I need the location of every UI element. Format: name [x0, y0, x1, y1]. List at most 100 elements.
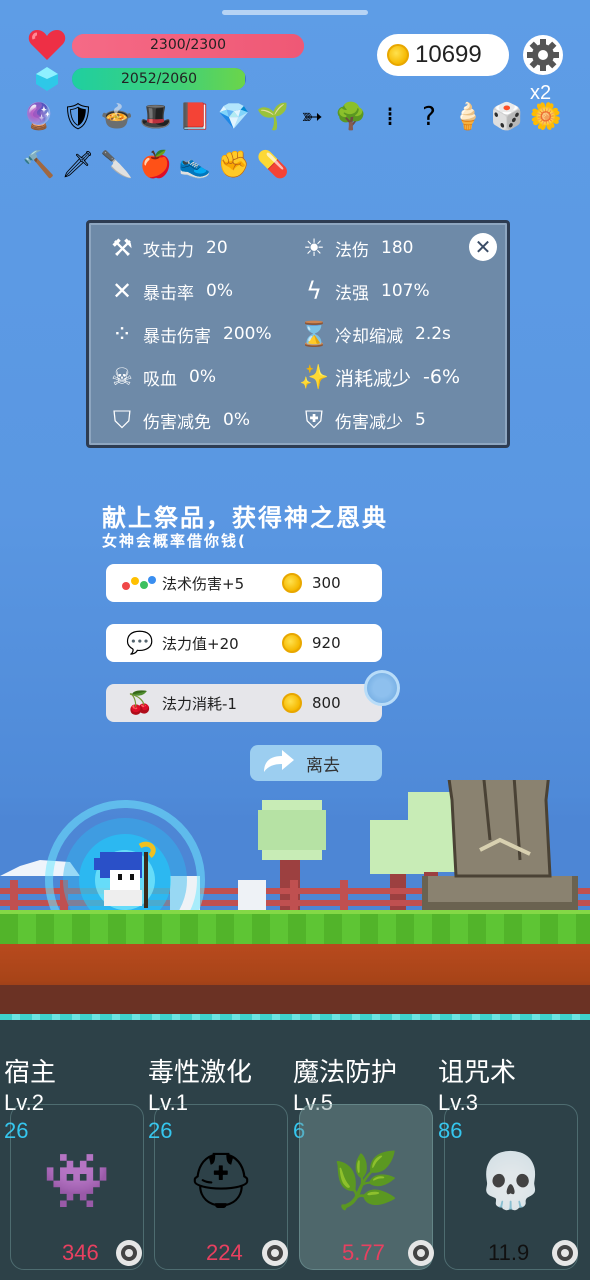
skill-name: 毒性激化 — [148, 1058, 253, 1088]
leave-label: 离去 — [306, 755, 340, 776]
stat-label: 冷却缩减 — [335, 326, 403, 347]
hp-text: 2300/2300 — [150, 37, 226, 53]
stat-crit-rate: ✕ 暴击率 0% — [107, 276, 233, 306]
stat-value: 5 — [415, 410, 426, 430]
floating-orb[interactable] — [364, 670, 400, 706]
sword-icon[interactable]: 🗡 — [61, 146, 95, 184]
shield-icon[interactable]: 🛡 — [61, 98, 95, 136]
fist-icon[interactable]: ✊ — [217, 146, 251, 184]
offering-title: 献上祭品，获得神之恩典 — [102, 504, 388, 532]
top-handle — [222, 10, 368, 15]
stat-value: 107% — [381, 281, 430, 301]
stat-value: 2.2s — [415, 324, 451, 344]
skill-cost: 5.77 — [342, 1240, 385, 1265]
arrows-icon[interactable]: ➳ — [295, 98, 329, 136]
skill-cost: 11.9 — [488, 1240, 530, 1265]
leave-button[interactable]: 离去 — [250, 745, 382, 781]
dagger-icon[interactable]: 🔪 — [100, 146, 134, 184]
skill-cost: 224 — [206, 1240, 243, 1265]
stat-spell-damage: ☀ 法伤 180 — [299, 233, 413, 263]
shield-icon: ⛉ — [113, 406, 131, 434]
inventory-row-2: 🔨 🗡 🔪 🍎 👟 ✊ 💊 — [22, 146, 290, 184]
mp-bar: 2052/2060 — [72, 68, 246, 90]
diamond-icon[interactable]: 💎 — [217, 98, 251, 136]
cauldron-icon[interactable]: 🍲 — [100, 98, 134, 136]
hp-bar: 2300/2300 — [72, 34, 304, 58]
ice-cream-icon[interactable]: 🍦 — [451, 98, 485, 136]
coin-value: 10699 — [415, 41, 482, 68]
stat-spell-power: ϟ 法强 107% — [299, 276, 430, 306]
coin-icon — [282, 693, 302, 713]
stat-damage-reduce: ⛨ 伤害减少 5 — [299, 405, 426, 435]
sun-icon: ☀ — [303, 234, 325, 262]
offering-subtitle: 女神会概率借你钱( — [102, 532, 247, 550]
hammer-icon[interactable]: 🔨 — [22, 146, 56, 184]
stat-label: 法伤 — [335, 240, 369, 261]
witch-hat-icon[interactable]: 🎩 — [139, 98, 173, 136]
skill-name: 宿主 — [4, 1058, 57, 1088]
bullets-icon[interactable]: ⁞ — [373, 98, 407, 136]
stat-value: 200% — [223, 324, 272, 344]
sapling-icon[interactable]: 🌱 — [256, 98, 290, 136]
stat-value: 0% — [223, 410, 250, 430]
offer-name: 法术伤害+5 — [162, 574, 245, 593]
grass-ground — [0, 910, 590, 944]
upgrade-gear-icon[interactable] — [114, 1238, 144, 1268]
stat-damage-reduction: ⛉ 伤害减免 0% — [107, 405, 250, 435]
coin-icon — [387, 44, 409, 66]
stat-cooldown: ⌛ 冷却缩减 2.2s — [299, 319, 451, 349]
stat-label: 伤害减免 — [143, 412, 211, 433]
skull-icon: 💀 — [477, 1149, 545, 1212]
upgrade-gear-icon[interactable] — [550, 1238, 580, 1268]
crystal-ball-icon[interactable]: 🔮 — [22, 98, 56, 136]
stat-label: 法强 — [335, 283, 369, 304]
green-monster-icon: 👾 — [43, 1149, 111, 1212]
stat-attack: ⚒ 攻击力 20 — [107, 233, 228, 263]
axe-icon: ⚒ — [111, 234, 133, 262]
share-arrow-icon — [260, 748, 306, 779]
heart-shield-icon: ⛨ — [305, 406, 323, 434]
stat-value: 20 — [206, 238, 228, 258]
stat-value: 0% — [206, 281, 233, 301]
settings-gear-icon[interactable] — [522, 34, 564, 76]
lightning-icon: ϟ — [306, 277, 322, 305]
crit-icon: ✕ — [111, 277, 133, 305]
close-icon: ✕ — [474, 235, 492, 259]
stat-cost-reduction: ✨ 消耗减少 -6% — [299, 362, 460, 392]
tree — [408, 792, 456, 872]
dots-icon — [118, 573, 162, 593]
stat-label: 暴击伤害 — [143, 326, 211, 347]
offer-mana-button[interactable]: 💬 法力值+20 920 — [106, 624, 382, 662]
mana-crystal-icon — [36, 67, 58, 91]
upgrade-gear-icon[interactable] — [406, 1238, 436, 1268]
tree-icon[interactable]: 🌳 — [334, 98, 368, 136]
horned-helmet-icon: ⛑ — [186, 1149, 256, 1212]
skill-cost: 346 — [62, 1240, 99, 1265]
vampire-skull-icon: ☠ — [111, 363, 133, 391]
stat-label: 暴击率 — [143, 283, 194, 304]
stat-value: 0% — [189, 367, 216, 387]
coin-icon — [282, 573, 302, 593]
skill-name: 魔法防护 — [293, 1058, 398, 1088]
upgrade-gear-icon[interactable] — [260, 1238, 290, 1268]
stat-value: -6% — [423, 366, 461, 388]
skill-name: 诅咒术 — [438, 1058, 517, 1088]
stat-value: 180 — [381, 238, 414, 258]
offer-cost: 300 — [312, 574, 341, 592]
leaf-icon: 🌿 — [332, 1149, 400, 1212]
offer-spell-damage-button[interactable]: 法术伤害+5 300 — [106, 564, 382, 602]
skull-book-icon[interactable]: 📕 — [178, 98, 212, 136]
offer-mana-cost-button[interactable]: 🍒 法力消耗-1 800 — [106, 684, 382, 722]
close-button[interactable]: ✕ — [469, 233, 497, 261]
pill-icon[interactable]: 💊 — [256, 146, 290, 184]
mp-text: 2052/2060 — [121, 71, 197, 87]
stat-label: 攻击力 — [143, 240, 194, 261]
stat-lifesteal: ☠ 吸血 0% — [107, 362, 216, 392]
dice-icon[interactable]: 🎲 — [490, 98, 524, 136]
magic-wand-icon: ✨ — [299, 363, 329, 391]
cane-icon[interactable]: ? — [412, 98, 446, 136]
ring-icon: ⁘ — [111, 320, 133, 348]
multiplier-badge: x2 — [530, 82, 552, 104]
apple-icon[interactable]: 🍎 — [139, 146, 173, 184]
sneaker-icon[interactable]: 👟 — [178, 146, 212, 184]
